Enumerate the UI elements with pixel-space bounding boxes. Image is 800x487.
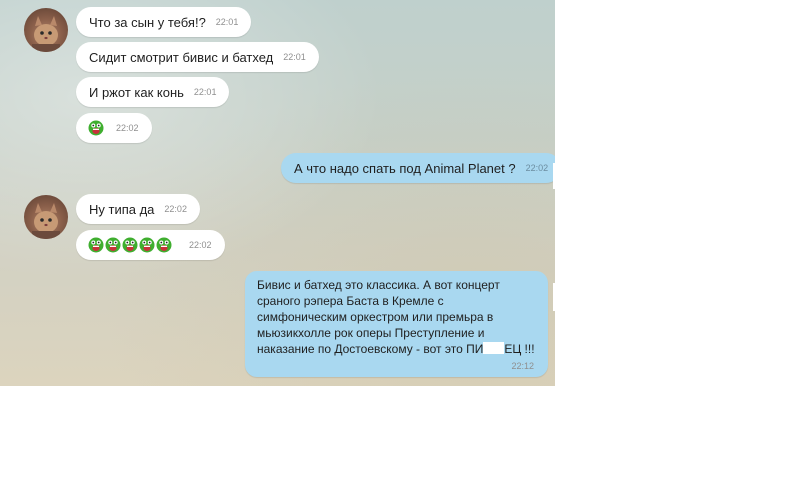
censor-block	[483, 342, 505, 354]
chat-area: Что за сын у тебя!? 22:01 Сидит смотрит …	[0, 0, 555, 386]
laughing-face-icon	[122, 237, 138, 253]
message-text: А что надо спать под Animal Planet ?	[294, 160, 516, 176]
laughing-face-icon	[139, 237, 155, 253]
message-bubble[interactable]: Бивис и батхед это классика. А вот конце…	[245, 271, 548, 377]
message-line: наказание по Достоевскому - вот это ПИ ЕЦ…	[257, 341, 536, 357]
contact-avatar[interactable]	[24, 195, 68, 239]
message-time: 22:12	[511, 361, 534, 371]
message-line: Бивис и батхед это классика. А вот конце…	[257, 278, 500, 292]
message-bubble[interactable]: Сидит смотрит бивис и батхед 22:01	[76, 42, 319, 72]
message-text: Ну типа да	[89, 201, 155, 217]
message-time: 22:02	[164, 204, 187, 214]
message-time: 22:01	[283, 52, 306, 62]
laughing-face-icon	[88, 237, 104, 253]
message-line-start: наказание по Достоевскому - вот это ПИ	[257, 342, 484, 356]
laughing-face-icon	[105, 237, 121, 253]
message-bubble[interactable]: 22:02	[76, 230, 225, 260]
message-time: 22:02	[189, 240, 212, 250]
cat-avatar-icon	[32, 16, 60, 52]
message-line: мьюзикхолле рок оперы Преступление и	[257, 326, 485, 340]
message-line: симфоническим оркестром или премьра в	[257, 310, 494, 324]
emoji-row	[88, 237, 172, 253]
message-text: Что за сын у тебя!?	[89, 14, 206, 30]
message-time: 22:01	[215, 17, 239, 27]
message-line: сраного рэпера Баста в Кремле с	[257, 294, 444, 308]
right-edge-gap	[553, 283, 555, 311]
message-time: 22:02	[116, 123, 139, 133]
cat-avatar-icon	[32, 203, 60, 239]
laughing-face-icon	[156, 237, 172, 253]
message-bubble[interactable]: И ржот как конь 22:01	[76, 77, 230, 107]
message-time: 22:01	[193, 87, 217, 97]
message-bubble[interactable]: 22:02	[76, 113, 152, 143]
message-text: Бивис и батхед это классика. А вот конце…	[257, 277, 536, 357]
message-text: Сидит смотрит бивис и батхед	[89, 49, 274, 65]
message-bubble[interactable]: А что надо спать под Animal Planet ? 22:…	[281, 153, 555, 183]
right-edge-gap	[553, 163, 555, 189]
message-bubble[interactable]: Что за сын у тебя!? 22:01	[76, 7, 252, 37]
message-text: И ржот как конь	[89, 84, 184, 100]
message-bubble[interactable]: Ну типа да 22:02	[76, 194, 200, 224]
laughing-face-icon	[88, 120, 104, 136]
contact-avatar[interactable]	[24, 8, 68, 52]
message-time: 22:02	[525, 163, 549, 173]
message-line-end: ЕЦ !!!	[504, 342, 535, 356]
